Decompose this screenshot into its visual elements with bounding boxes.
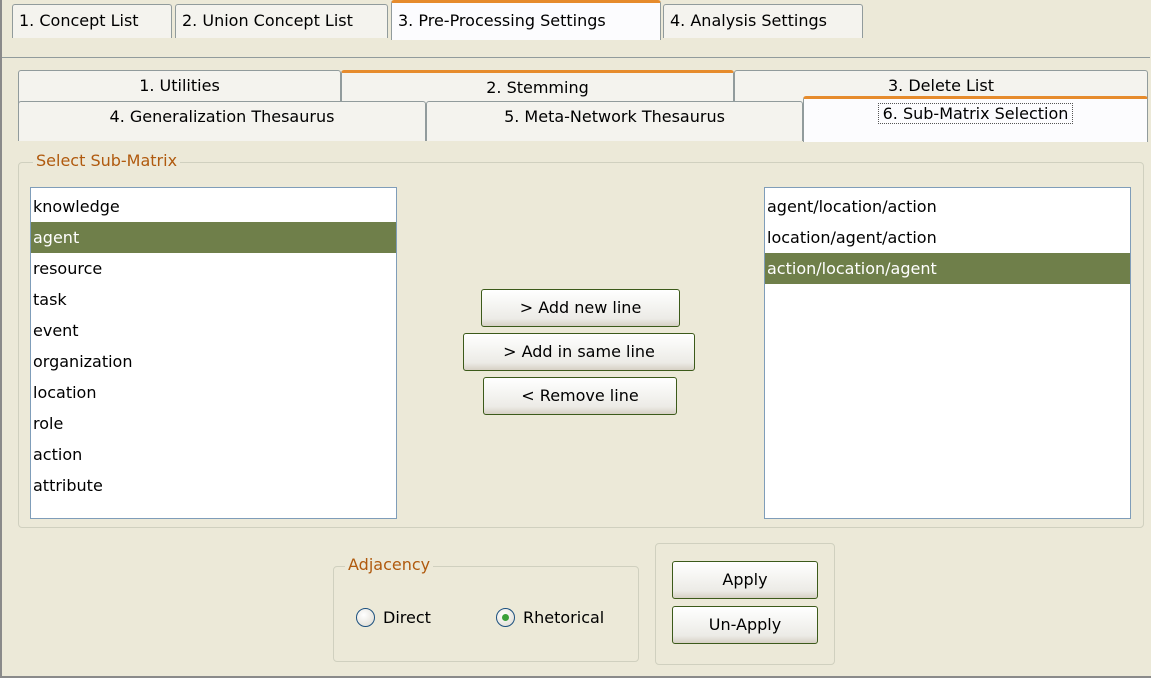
entity-list-item[interactable]: agent	[31, 222, 396, 253]
rhetorical-radio-circle	[496, 608, 515, 627]
rhetorical-radio-label: Rhetorical	[523, 608, 605, 627]
direct-radio-circle	[356, 608, 375, 627]
entity-list-item[interactable]: event	[31, 315, 396, 346]
apply-button[interactable]: Apply	[672, 561, 818, 599]
adjacency-title: Adjacency	[345, 555, 434, 574]
sub-matrix-line-item[interactable]: agent/location/action	[765, 191, 1130, 222]
tab-panel-divider	[2, 57, 1150, 58]
direct-radio-label: Direct	[383, 608, 431, 627]
select-sub-matrix-title: Select Sub-Matrix	[33, 151, 181, 170]
tab-union-concept-list[interactable]: 2. Union Concept List	[175, 4, 388, 38]
sub-matrix-lines-list[interactable]: agent/location/action location/agent/acti…	[764, 187, 1131, 519]
sub-matrix-line-item[interactable]: action/location/agent	[765, 253, 1130, 284]
remove-line-button[interactable]: < Remove line	[483, 377, 677, 415]
entity-list-item[interactable]: role	[31, 408, 396, 439]
sub-matrix-line-item[interactable]: location/agent/action	[765, 222, 1130, 253]
tab-pre-processing-settings[interactable]: 3. Pre-Processing Settings	[391, 0, 661, 40]
tab-meta-network-thesaurus[interactable]: 5. Meta-Network Thesaurus	[426, 101, 803, 141]
unapply-button[interactable]: Un-Apply	[672, 606, 818, 644]
add-new-line-button[interactable]: > Add new line	[481, 289, 680, 327]
entity-list-item[interactable]: resource	[31, 253, 396, 284]
tab-stemming[interactable]: 2. Stemming	[341, 70, 734, 104]
tab-generalization-thesaurus[interactable]: 4. Generalization Thesaurus	[18, 101, 426, 141]
tab-concept-list[interactable]: 1. Concept List	[12, 4, 172, 38]
radio-selected-dot	[502, 614, 509, 621]
available-entities-list[interactable]: knowledge agent resource task event organizat…	[30, 187, 397, 519]
tab-sub-matrix-selection-label: 6. Sub-Matrix Selection	[877, 103, 1074, 124]
rhetorical-radio[interactable]: Rhetorical	[496, 608, 604, 627]
entity-list-item[interactable]: attribute	[31, 470, 396, 501]
entity-list-item[interactable]: knowledge	[31, 191, 396, 222]
entity-list-item[interactable]: task	[31, 284, 396, 315]
entity-list-item[interactable]: action	[31, 439, 396, 470]
add-in-same-line-button[interactable]: > Add in same line	[463, 333, 695, 371]
direct-radio[interactable]: Direct	[356, 608, 431, 627]
tab-utilities[interactable]: 1. Utilities	[18, 70, 341, 104]
tab-analysis-settings[interactable]: 4. Analysis Settings	[663, 4, 863, 38]
entity-list-item[interactable]: location	[31, 377, 396, 408]
entity-list-item[interactable]: organization	[31, 346, 396, 377]
tab-sub-matrix-selection[interactable]: 6. Sub-Matrix Selection	[803, 96, 1148, 142]
